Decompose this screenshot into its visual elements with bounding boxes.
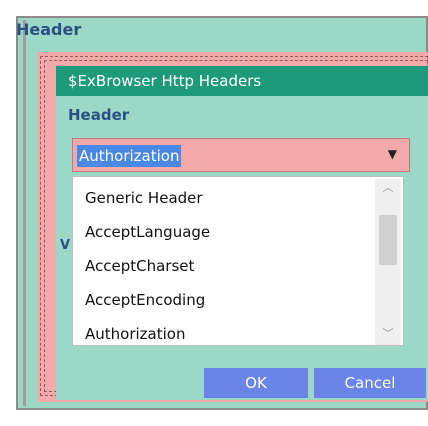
dropdown-item-accept-encoding[interactable]: AcceptEncoding: [85, 289, 205, 311]
dropdown-item-authorization[interactable]: Authorization: [85, 323, 185, 345]
header-dropdown-list[interactable]: Generic Header AcceptLanguage AcceptChar…: [72, 176, 404, 346]
outer-header-title: Header: [16, 20, 82, 39]
hidden-value-label: V: [60, 238, 71, 253]
chevron-up-icon[interactable]: ︿: [375, 179, 401, 199]
dropdown-item-accept-language[interactable]: AcceptLanguage: [85, 221, 210, 243]
combo-selected-value[interactable]: Authorization: [77, 145, 182, 167]
dropdown-scrollbar[interactable]: ︿ ﹀: [375, 179, 401, 345]
chevron-down-icon[interactable]: ﹀: [375, 325, 401, 345]
dropdown-item-generic-header[interactable]: Generic Header: [85, 187, 203, 209]
header-combobox[interactable]: Authorization ▼: [72, 138, 410, 172]
dropdown-item-accept-charset[interactable]: AcceptCharset: [85, 255, 194, 277]
scrollbar-thumb[interactable]: [379, 215, 397, 265]
header-field-label: Header: [68, 106, 130, 124]
outer-left-divider: [23, 20, 26, 406]
ok-button[interactable]: OK: [204, 368, 308, 398]
dropdown-arrow-icon[interactable]: ▼: [388, 147, 397, 161]
dialog-titlebar[interactable]: $ExBrowser Http Headers: [56, 66, 428, 96]
cancel-button[interactable]: Cancel: [314, 368, 426, 398]
